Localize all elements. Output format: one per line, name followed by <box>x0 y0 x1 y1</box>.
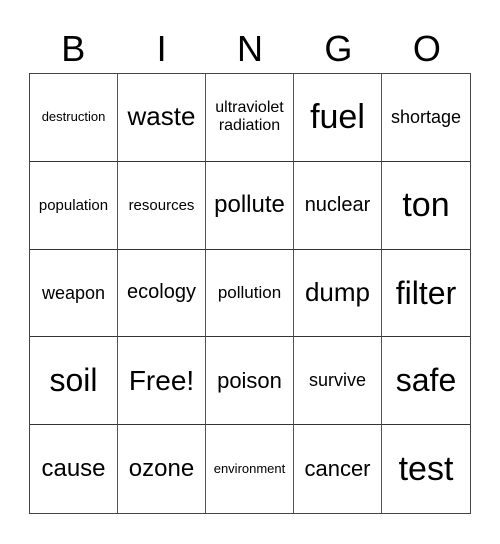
bingo-cell[interactable]: fuel <box>294 74 382 162</box>
free-space-cell[interactable]: Free! <box>118 337 206 426</box>
bingo-cell[interactable]: nuclear <box>294 161 382 250</box>
bingo-cell[interactable]: safe <box>382 337 470 426</box>
bingo-cell[interactable]: shortage <box>382 74 470 162</box>
bingo-cell[interactable]: cause <box>30 425 118 513</box>
bingo-cell[interactable]: cancer <box>294 425 382 513</box>
bingo-cell[interactable]: poison <box>206 337 294 426</box>
header-letter-o: O <box>412 28 441 69</box>
bingo-cell[interactable]: pollution <box>206 249 294 338</box>
bingo-header: B I N G O <box>29 26 471 72</box>
bingo-cell[interactable]: soil <box>30 337 118 426</box>
header-letter-i: I <box>156 28 167 69</box>
bingo-cell[interactable]: weapon <box>30 249 118 338</box>
bingo-cell[interactable]: ton <box>382 162 470 250</box>
bingo-cell[interactable]: survive <box>294 337 382 426</box>
bingo-cell[interactable]: ecology <box>118 249 206 338</box>
header-letter-b: B <box>61 28 86 69</box>
bingo-cell[interactable]: resources <box>118 161 206 250</box>
bingo-cell[interactable]: filter <box>382 250 470 338</box>
bingo-cell[interactable]: ultraviolet radiation <box>206 74 294 162</box>
bingo-cell[interactable]: environment <box>206 425 294 513</box>
bingo-cell[interactable]: waste <box>118 74 206 162</box>
header-letter-n: N <box>237 28 264 69</box>
header-letter-g: G <box>324 28 353 69</box>
bingo-cell[interactable]: destruction <box>30 74 118 162</box>
bingo-cell[interactable]: test <box>382 425 470 513</box>
bingo-cell[interactable]: ozone <box>118 425 206 513</box>
bingo-cell[interactable]: population <box>30 161 118 250</box>
bingo-cell[interactable]: dump <box>294 249 382 338</box>
bingo-cell[interactable]: pollute <box>206 161 294 250</box>
bingo-card-grid: destruction waste ultraviolet radiation … <box>29 73 471 514</box>
